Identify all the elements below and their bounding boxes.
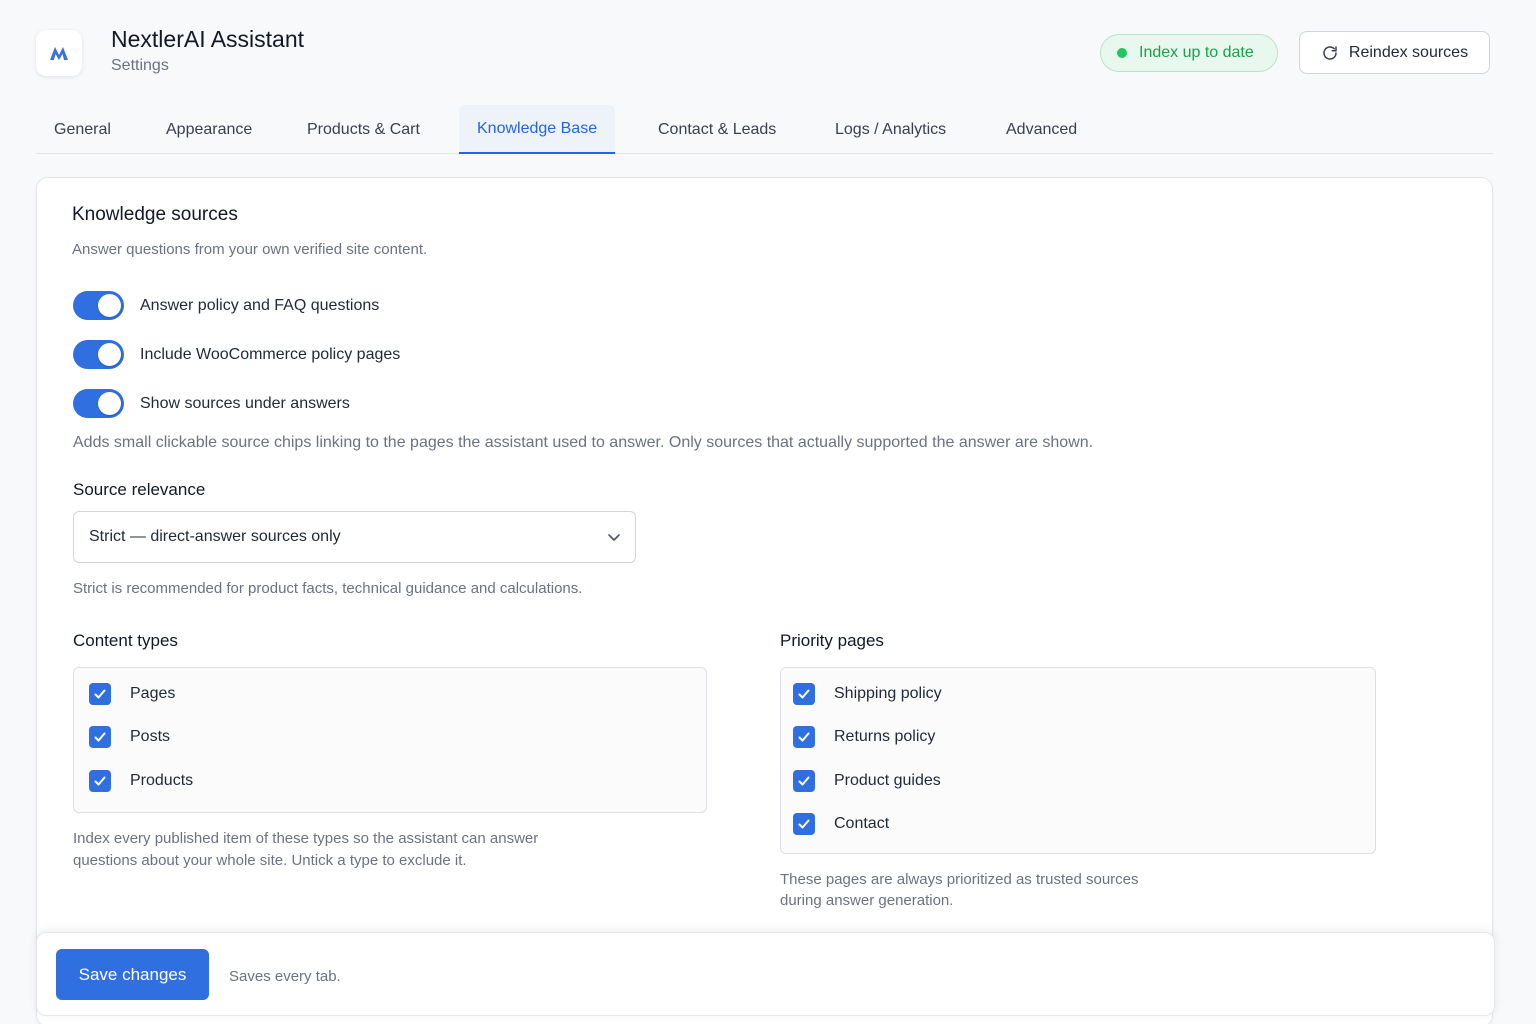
check-icon bbox=[798, 732, 810, 742]
pages-label: Pages bbox=[130, 685, 176, 702]
index-status-badge: Index up to date bbox=[1100, 34, 1278, 72]
check-icon bbox=[798, 689, 810, 699]
contact-checkbox[interactable] bbox=[793, 813, 815, 835]
content-type-products: Products bbox=[89, 770, 193, 792]
toggle-row-woocommerce: Include WooCommerce policy pages bbox=[73, 340, 400, 369]
tab-knowledge-base[interactable]: Knowledge Base bbox=[459, 105, 616, 154]
section-title: Knowledge sources bbox=[72, 204, 238, 225]
tab-products-cart[interactable]: Products & Cart bbox=[289, 105, 438, 154]
check-icon bbox=[94, 732, 106, 742]
product-guides-label: Product guides bbox=[834, 772, 941, 789]
content-types-label: Content types bbox=[73, 631, 178, 650]
shipping-policy-label: Shipping policy bbox=[834, 685, 942, 702]
priority-pages-label: Priority pages bbox=[780, 631, 884, 650]
source-relevance-select[interactable]: Strict — direct-answer sources only bbox=[73, 511, 636, 563]
faq-toggle-label: Answer policy and FAQ questions bbox=[140, 296, 380, 314]
faq-toggle[interactable] bbox=[73, 291, 124, 320]
section-description: Answer questions from your own verified … bbox=[72, 241, 428, 258]
priority-pages-help-line2: during answer generation. bbox=[780, 892, 954, 909]
sources-help-text: Adds small clickable source chips linkin… bbox=[73, 434, 1094, 451]
product-guides-checkbox[interactable] bbox=[793, 770, 815, 792]
save-hint-text: Saves every tab. bbox=[229, 968, 341, 985]
relevance-help-text: Strict is recommended for product facts,… bbox=[73, 580, 583, 597]
app-title: NextlerAI Assistant bbox=[111, 26, 305, 52]
pages-checkbox[interactable] bbox=[89, 683, 111, 705]
index-status-text: Index up to date bbox=[1139, 44, 1254, 61]
save-changes-button[interactable]: Save changes bbox=[56, 949, 209, 1000]
content-type-posts: Posts bbox=[89, 726, 170, 748]
reindex-sources-button[interactable]: Reindex sources bbox=[1299, 31, 1490, 74]
chevron-down-icon bbox=[608, 534, 620, 541]
check-icon bbox=[798, 819, 810, 829]
contact-label: Contact bbox=[834, 815, 890, 832]
content-types-help-line2: questions about your whole site. Untick … bbox=[73, 852, 467, 869]
source-relevance-value: Strict — direct-answer sources only bbox=[89, 528, 341, 545]
priority-shipping: Shipping policy bbox=[793, 683, 942, 705]
shipping-policy-checkbox[interactable] bbox=[793, 683, 815, 705]
tab-advanced[interactable]: Advanced bbox=[988, 105, 1095, 154]
tab-logs-analytics[interactable]: Logs / Analytics bbox=[817, 105, 964, 154]
tab-general[interactable]: General bbox=[36, 105, 129, 154]
source-relevance-label: Source relevance bbox=[73, 480, 206, 499]
priority-pages-help-line1: These pages are always prioritized as tr… bbox=[780, 871, 1139, 888]
status-dot-icon bbox=[1117, 48, 1127, 58]
posts-label: Posts bbox=[130, 728, 171, 745]
posts-checkbox[interactable] bbox=[89, 726, 111, 748]
returns-policy-label: Returns policy bbox=[834, 728, 936, 745]
priority-returns: Returns policy bbox=[793, 726, 935, 748]
settings-tabs: General Appearance Products & Cart Knowl… bbox=[36, 105, 1493, 154]
priority-product-guides: Product guides bbox=[793, 770, 941, 792]
check-icon bbox=[94, 689, 106, 699]
show-sources-toggle[interactable] bbox=[73, 389, 124, 418]
show-sources-toggle-label: Show sources under answers bbox=[140, 394, 350, 412]
woocommerce-toggle-label: Include WooCommerce policy pages bbox=[140, 345, 401, 363]
woocommerce-toggle[interactable] bbox=[73, 340, 124, 369]
returns-policy-checkbox[interactable] bbox=[793, 726, 815, 748]
toggle-row-show-sources: Show sources under answers bbox=[73, 389, 350, 418]
tab-contact-leads[interactable]: Contact & Leads bbox=[640, 105, 794, 154]
check-icon bbox=[94, 776, 106, 786]
refresh-icon bbox=[1323, 45, 1337, 60]
tab-appearance[interactable]: Appearance bbox=[148, 105, 270, 154]
reindex-sources-label: Reindex sources bbox=[1348, 43, 1469, 61]
content-types-help-line1: Index every published item of these type… bbox=[73, 830, 539, 847]
nextler-logo-icon bbox=[50, 47, 68, 60]
check-icon bbox=[798, 776, 810, 786]
priority-contact: Contact bbox=[793, 813, 889, 835]
products-checkbox[interactable] bbox=[89, 770, 111, 792]
products-label: Products bbox=[130, 772, 194, 789]
content-type-pages: Pages bbox=[89, 683, 175, 705]
app-subtitle: Settings bbox=[111, 57, 169, 74]
app-logo bbox=[36, 30, 82, 76]
toggle-row-faq: Answer policy and FAQ questions bbox=[73, 291, 379, 320]
